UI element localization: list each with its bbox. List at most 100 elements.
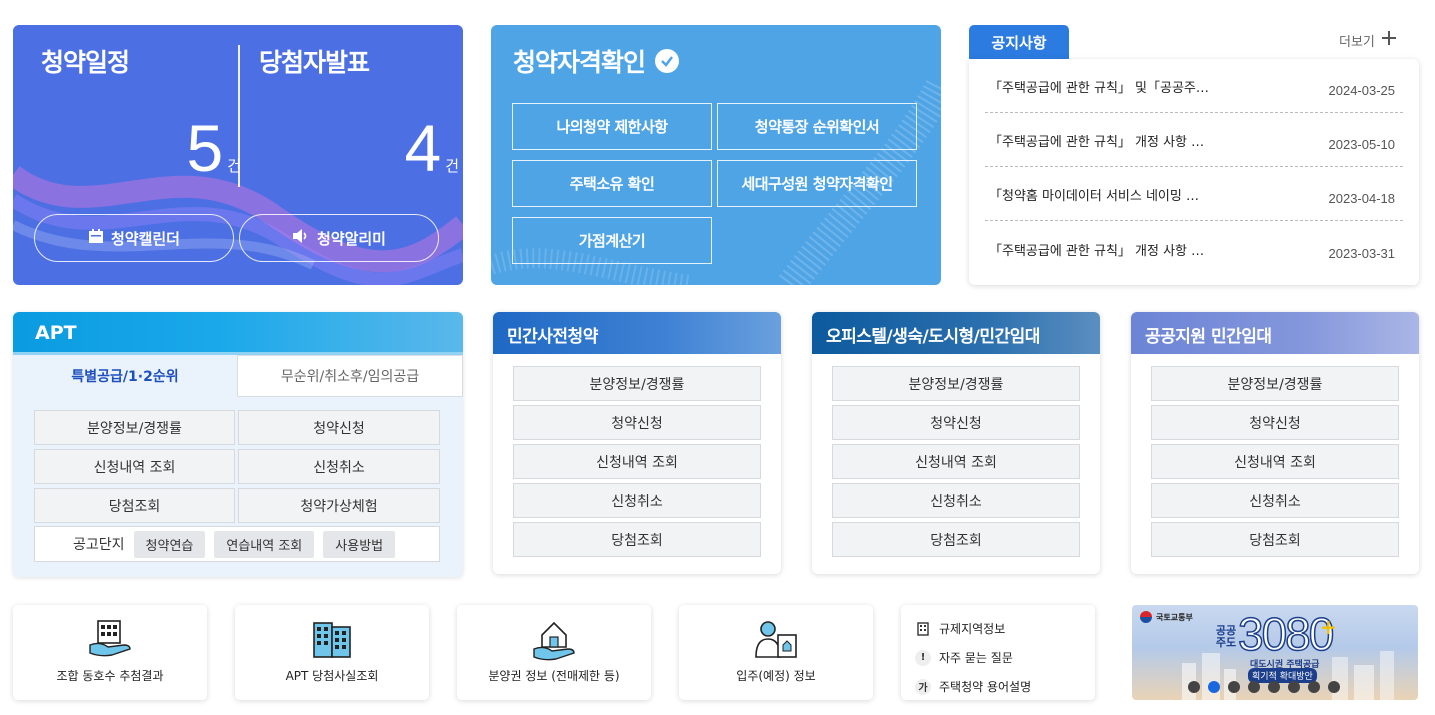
banner-slogan: 공공 주도: [1215, 624, 1237, 649]
apt-header: APT: [13, 312, 463, 355]
alarm-button[interactable]: 청약알리미: [239, 214, 439, 262]
cancel-button[interactable]: 신청취소: [1151, 483, 1399, 518]
regulated-area-link[interactable]: 규제지역정보: [915, 615, 1081, 642]
apt-simulation-button[interactable]: 청약가상체험: [238, 488, 440, 523]
eligibility-title: 청약자격확인: [513, 43, 680, 79]
glossary-label: 주택청약 용어설명: [939, 680, 1032, 694]
practice-history-chip[interactable]: 연습내역 조회: [214, 530, 315, 558]
info-button[interactable]: 분양정보/경쟁률: [1151, 366, 1399, 401]
presale-right-info-label: 분양권 정보 (전매제한 등): [488, 669, 620, 683]
carousel-dot-active[interactable]: [1208, 681, 1220, 693]
result-button[interactable]: 당첨조회: [832, 522, 1080, 557]
plus-icon: [1381, 30, 1397, 50]
resident-icon: [752, 617, 800, 665]
rank-certificate-button[interactable]: 청약통장 순위확인서: [717, 103, 917, 150]
cancel-button[interactable]: 신청취소: [513, 483, 761, 518]
cancel-button[interactable]: 신청취소: [832, 483, 1080, 518]
apt-cancel-button[interactable]: 신청취소: [238, 449, 440, 484]
carousel-dot[interactable]: [1248, 681, 1260, 693]
calendar-button[interactable]: 청약캘린더: [34, 214, 234, 262]
apt-title: APT: [35, 322, 77, 344]
notice-item[interactable]: 「주택공급에 관한 규칙」 개정 사항 … 2023-05-10: [985, 115, 1403, 167]
apt-result-button[interactable]: 당첨조회: [34, 488, 235, 523]
history-button[interactable]: 신청내역 조회: [1151, 444, 1399, 479]
calendar-label: 청약캘린더: [110, 229, 180, 248]
score-calculator-button[interactable]: 가점계산기: [512, 217, 712, 264]
notice-item[interactable]: 「주택공급에 관한 규칙」 및「공공주… 2024-03-25: [985, 61, 1403, 113]
history-button[interactable]: 신청내역 조회: [513, 444, 761, 479]
result-button[interactable]: 당첨조회: [1151, 522, 1399, 557]
public-rental-card: 공공지원 민간임대 분양정보/경쟁률 청약신청 신청내역 조회 신청취소 당첨조…: [1131, 312, 1419, 574]
household-eligibility-button[interactable]: 세대구성원 청약자격확인: [717, 160, 917, 207]
carousel-dots: [1188, 681, 1340, 693]
public-rental-title: 공공지원 민간임대: [1145, 327, 1272, 347]
info-button[interactable]: 분양정보/경쟁률: [513, 366, 761, 401]
apply-button[interactable]: 청약신청: [832, 405, 1080, 440]
notice-item[interactable]: 「주택공급에 관한 규칙」 개정 사항 … 2023-03-31: [985, 223, 1403, 275]
column-divider: [238, 45, 240, 187]
union-lottery-label: 조합 동호수 추첨결과: [56, 669, 164, 683]
promo-banner[interactable]: 국토교통부 공공 주도 3080 + 대도시권 주택공급 획기적 확대방안: [1132, 605, 1418, 700]
notice-title: 「주택공급에 관한 규칙」 및「공공주…: [989, 81, 1209, 96]
schedule-count: 5건: [186, 111, 241, 185]
winner-count: 4건: [404, 111, 459, 185]
apply-button[interactable]: 청약신청: [513, 405, 761, 440]
apt-history-button[interactable]: 신청내역 조회: [34, 449, 235, 484]
header-bar: [13, 352, 463, 355]
winner-column[interactable]: 당첨자발표 4건: [259, 43, 459, 193]
apt-apply-button[interactable]: 청약신청: [238, 410, 440, 445]
public-rental-header: 공공지원 민간임대: [1131, 312, 1419, 354]
presale-right-info-card[interactable]: 분양권 정보 (전매제한 등): [457, 605, 651, 700]
faq-link[interactable]: ! 자주 묻는 질문: [915, 644, 1081, 671]
move-in-info-label: 입주(예정) 정보: [736, 669, 816, 683]
apt-info-button[interactable]: 분양정보/경쟁률: [34, 410, 235, 445]
apt-footer: 공고단지 청약연습 연습내역 조회 사용방법: [34, 526, 440, 562]
tab-special-supply[interactable]: 특별공급/1·2순위: [13, 355, 237, 397]
notice-item[interactable]: 「청약홈 마이데이터 서비스 네이밍 … 2023-04-18: [985, 169, 1403, 221]
schedule-column[interactable]: 청약일정 5건: [41, 43, 241, 193]
info-button[interactable]: 분양정보/경쟁률: [832, 366, 1080, 401]
notice-title: 「청약홈 마이데이터 서비스 네이밍 …: [989, 189, 1199, 204]
taeguk-icon: [1140, 611, 1152, 623]
notice-title: 「주택공급에 관한 규칙」 개정 사항 …: [989, 243, 1205, 259]
officetel-card: 오피스텔/생숙/도시형/민간임대 분양정보/경쟁률 청약신청 신청내역 조회 신…: [812, 312, 1100, 574]
carousel-dot[interactable]: [1188, 681, 1200, 693]
carousel-dot[interactable]: [1268, 681, 1280, 693]
carousel-dot[interactable]: [1308, 681, 1320, 693]
move-in-info-card[interactable]: 입주(예정) 정보: [679, 605, 873, 700]
officetel-title: 오피스텔/생숙/도시형/민간임대: [826, 327, 1040, 347]
house-ownership-button[interactable]: 주택소유 확인: [512, 160, 712, 207]
apply-button[interactable]: 청약신청: [1151, 405, 1399, 440]
eligibility-card: 청약자격확인 나의청약 제한사항 청약통장 순위확인서 주택소유 확인 세대구성…: [491, 25, 941, 285]
notice-list: 「주택공급에 관한 규칙」 및「공공주… 2024-03-25 「주택공급에 관…: [969, 59, 1419, 285]
ministry-logo: 국토교통부: [1140, 611, 1193, 623]
exclamation-icon: !: [915, 649, 931, 666]
notice-date: 2023-04-18: [1328, 191, 1396, 206]
more-link[interactable]: 더보기: [1339, 30, 1397, 50]
apt-card: APT 특별공급/1·2순위 무순위/취소후/임의공급 분양정보/경쟁률 청약신…: [13, 312, 463, 577]
apt-winner-check-card[interactable]: APT 당첨사실조회: [235, 605, 429, 700]
faq-label: 자주 묻는 질문: [939, 651, 1013, 665]
apt-tabs: 특별공급/1·2순위 무순위/취소후/임의공급: [13, 355, 463, 397]
carousel-dot[interactable]: [1328, 681, 1340, 693]
tab-unranked-supply[interactable]: 무순위/취소후/임의공급: [237, 355, 463, 397]
carousel-dot[interactable]: [1228, 681, 1240, 693]
apt-footer-label: 공고단지: [73, 537, 125, 553]
restriction-button[interactable]: 나의청약 제한사항: [512, 103, 712, 150]
house-hand-icon: [530, 617, 578, 665]
practice-chip[interactable]: 청약연습: [133, 530, 206, 558]
notice-tab[interactable]: 공지사항: [969, 25, 1069, 59]
usage-chip[interactable]: 사용방법: [323, 530, 396, 558]
public-rental-list: 분양정보/경쟁률 청약신청 신청내역 조회 신청취소 당첨조회: [1151, 366, 1399, 561]
private-presale-title: 민간사전청약: [507, 327, 598, 347]
union-lottery-card[interactable]: 조합 동호수 추첨결과: [13, 605, 207, 700]
glossary-link[interactable]: 가 주택청약 용어설명: [915, 673, 1081, 700]
carousel-dot[interactable]: [1288, 681, 1300, 693]
notice-date: 2023-03-31: [1328, 245, 1396, 261]
result-button[interactable]: 당첨조회: [513, 522, 761, 557]
officetel-header: 오피스텔/생숙/도시형/민간임대: [812, 312, 1100, 354]
banner-plus: +: [1320, 615, 1337, 639]
apartment-icon: [310, 617, 354, 665]
apt-winner-check-label: APT 당첨사실조회: [285, 669, 379, 683]
history-button[interactable]: 신청내역 조회: [832, 444, 1080, 479]
